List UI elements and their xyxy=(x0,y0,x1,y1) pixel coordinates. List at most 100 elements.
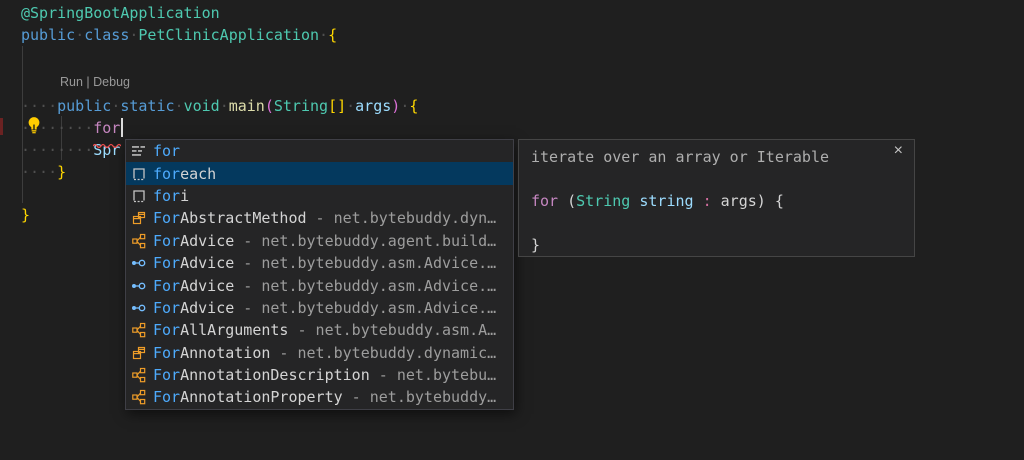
suggest-item-detail: - net.bytebuddy.asm.Advice.… xyxy=(234,299,510,317)
suggest-item-label: ForAdvice xyxy=(153,254,234,272)
suggest-match-text: For xyxy=(153,232,180,250)
suggest-rest-text: each xyxy=(180,165,216,183)
keyword-icon xyxy=(131,143,147,159)
code-token: · xyxy=(220,97,229,115)
suggest-match-text: For xyxy=(153,277,180,295)
code-token: args xyxy=(721,192,757,210)
code-token: for xyxy=(531,192,558,210)
suggest-item[interactable]: ForAbstractMethod - net.bytebuddy.dyn… xyxy=(126,207,513,229)
suggest-item[interactable]: ForAnnotationDescription - net.bytebu… xyxy=(126,364,513,386)
lightbulb-icon[interactable] xyxy=(25,116,43,134)
suggest-rest-text: AbstractMethod xyxy=(180,209,306,227)
docs-summary: iterate over an array or Iterable xyxy=(531,146,829,168)
code-token: ( xyxy=(567,192,576,210)
code-token: · xyxy=(400,97,409,115)
code-token: · xyxy=(319,26,328,44)
code-token: ) xyxy=(757,192,766,210)
suggest-item-label: ForAnnotationProperty xyxy=(153,388,343,406)
suggest-item-label: ForAnnotationDescription xyxy=(153,366,370,384)
suggest-item-label: ForAdvice xyxy=(153,232,234,250)
suggest-item[interactable]: foreach xyxy=(126,162,513,184)
code-token: String xyxy=(274,97,328,115)
code-token: · xyxy=(75,26,84,44)
suggest-item-detail: - net.bytebuddy.agent.build… xyxy=(234,232,510,250)
code-token xyxy=(694,192,703,210)
code-token: public xyxy=(21,26,75,44)
code-token: } xyxy=(21,206,30,224)
gutter-error-marker xyxy=(0,118,3,135)
class-icon xyxy=(131,210,147,226)
suggest-widget: forforeachforiForAbstractMethod - net.by… xyxy=(125,139,514,410)
code-line[interactable]: for (String string : args) { xyxy=(531,190,784,212)
code-token xyxy=(766,192,775,210)
suggest-rest-text: AnnotationDescription xyxy=(180,366,370,384)
code-token: public xyxy=(57,97,111,115)
suggest-item-label: foreach xyxy=(153,165,216,183)
code-token xyxy=(558,192,567,210)
codelens-run-link[interactable]: Run xyxy=(60,75,83,89)
codelens-debug-link[interactable]: Debug xyxy=(93,75,130,89)
code-line[interactable]: @SpringBootApplication xyxy=(21,2,220,24)
suggest-item[interactable]: fori xyxy=(126,185,513,207)
code-token: @SpringBootApplication xyxy=(21,4,220,22)
reference-icon xyxy=(131,255,147,271)
reference-icon xyxy=(131,300,147,316)
suggest-item[interactable]: ForAdvice - net.bytebuddy.asm.Advice.… xyxy=(126,274,513,296)
code-token xyxy=(712,192,721,210)
suggest-item[interactable]: ForAnnotation - net.bytebuddy.dynamic… xyxy=(126,342,513,364)
suggest-match-text: For xyxy=(153,344,180,362)
code-token: main xyxy=(229,97,265,115)
enum-icon xyxy=(131,389,147,405)
code-line[interactable]: ····} xyxy=(21,161,66,183)
code-token: · xyxy=(175,97,184,115)
suggest-item[interactable]: ForAnnotationProperty - net.bytebuddy… xyxy=(126,386,513,408)
code-token: void xyxy=(184,97,220,115)
suggest-item[interactable]: ForAllArguments - net.bytebuddy.asm.A… xyxy=(126,319,513,341)
code-token: String xyxy=(576,192,630,210)
suggest-item-detail: - net.bytebuddy.asm.Advice.… xyxy=(234,277,510,295)
suggest-item[interactable]: ForAdvice - net.bytebuddy.agent.build… xyxy=(126,230,513,252)
code-token: ) xyxy=(391,97,400,115)
suggest-match-text: For xyxy=(153,299,180,317)
suggest-item-label: ForAnnotation xyxy=(153,344,270,362)
suggest-item-label: ForAdvice xyxy=(153,277,234,295)
suggest-rest-text: Annotation xyxy=(180,344,270,362)
class-icon xyxy=(131,345,147,361)
editor[interactable]: @SpringBootApplicationpublic·class·PetCl… xyxy=(0,0,1024,460)
suggest-item[interactable]: ForAdvice - net.bytebuddy.asm.Advice.… xyxy=(126,252,513,274)
suggest-item[interactable]: ForAdvice - net.bytebuddy.asm.Advice.… xyxy=(126,297,513,319)
code-line[interactable]: public·class·PetClinicApplication·{ xyxy=(21,24,337,46)
suggest-match-text: For xyxy=(153,254,180,272)
code-token: PetClinicApplication xyxy=(138,26,319,44)
code-token: · xyxy=(346,97,355,115)
code-line[interactable]: } xyxy=(21,204,30,226)
codelens: Run | Debug xyxy=(60,74,130,91)
code-token: ( xyxy=(265,97,274,115)
suggest-rest-text: AllArguments xyxy=(180,321,288,339)
suggest-item-detail: - net.bytebuddy.dynamic… xyxy=(270,344,510,362)
reference-icon xyxy=(131,278,147,294)
enum-icon xyxy=(131,322,147,338)
suggest-item-detail: - net.bytebuddy.asm.A… xyxy=(288,321,510,339)
code-token: ········ xyxy=(21,141,93,159)
suggest-docs-panel: iterate over an array or Iterable for (S… xyxy=(518,139,915,257)
enum-icon xyxy=(131,233,147,249)
suggest-rest-text: Advice xyxy=(180,299,234,317)
code-token: ···· xyxy=(21,97,57,115)
code-token: string xyxy=(639,192,693,210)
suggest-item-detail: - net.bytebuddy.asm.Advice.… xyxy=(234,254,510,272)
suggest-match-text: for xyxy=(153,165,180,183)
snippet-icon xyxy=(131,188,147,204)
suggest-rest-text: Advice xyxy=(180,254,234,272)
code-line[interactable]: } xyxy=(531,234,540,256)
codelens-separator: | xyxy=(83,75,93,89)
code-line[interactable]: ····public·static·void·main(String[]·arg… xyxy=(21,95,418,117)
code-token: } xyxy=(57,163,66,181)
close-icon[interactable]: × xyxy=(894,143,903,159)
code-token: args xyxy=(355,97,391,115)
suggest-match-text: for xyxy=(153,187,180,205)
suggest-item[interactable]: for xyxy=(126,140,513,162)
code-token: static xyxy=(120,97,174,115)
code-token: ···· xyxy=(21,163,57,181)
code-token: class xyxy=(84,26,129,44)
